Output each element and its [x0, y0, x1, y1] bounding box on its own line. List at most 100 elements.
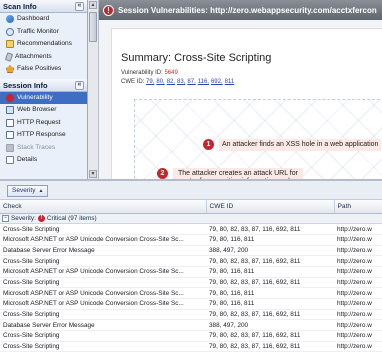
cell-path: http://zero.w — [334, 330, 382, 342]
sidebar-item-false-positives[interactable]: False Positives — [0, 63, 87, 76]
sidebar-item-web-browser[interactable]: Web Browser — [0, 104, 87, 117]
collapse-icon[interactable]: « — [75, 80, 84, 90]
sidebar: Scan Info « Dashboard Traffic Monitor Re… — [0, 0, 88, 179]
sidebar-item-label: Recommendations — [17, 40, 72, 47]
sidebar-item-label: HTTP Request — [17, 118, 61, 126]
cell-cwe-id: 388, 497, 200 — [206, 245, 334, 257]
traffic-monitor-icon — [6, 27, 14, 36]
group-row-critical[interactable]: − Severity:! Critical (97 items) — [0, 213, 382, 225]
cell-check: Cross-Site Scripting — [0, 277, 206, 289]
vulnerability-id: Vulnerability ID: 5649 — [121, 70, 178, 76]
sidebar-item-label: HTTP Response — [17, 131, 66, 138]
sidebar-item-label: Details — [17, 156, 38, 163]
cell-path: http://zero.w — [334, 234, 382, 246]
cell-cwe-id: 79, 80, 116, 811 — [206, 266, 334, 278]
attack-step-1: 1 An attacker finds an XSS hole in a web… — [203, 139, 382, 151]
cwe-link[interactable]: 692, — [211, 79, 223, 85]
vulnerability-icon — [6, 93, 14, 102]
cell-cwe-id: 79, 80, 116, 811 — [206, 234, 334, 246]
table-header-row: Check CWE ID Path — [0, 200, 382, 214]
group-by-label: Severity — [12, 187, 36, 194]
table-row[interactable]: Cross-Site Scripting 79, 80, 82, 83, 87, … — [0, 341, 382, 353]
table-row[interactable]: Microsoft ASP.NET or ASP Unicode Convers… — [0, 234, 382, 246]
cell-check: Cross-Site Scripting — [0, 223, 206, 235]
sidebar-item-details[interactable]: Details — [0, 154, 87, 167]
dashboard-icon — [6, 15, 14, 24]
attack-diagram: 1 An attacker finds an XSS hole in a web… — [134, 99, 382, 179]
sidebar-item-http-response[interactable]: HTTP Response — [0, 129, 87, 142]
collapse-icon[interactable]: « — [75, 2, 84, 11]
vulnerability-id-label: Vulnerability ID: — [121, 70, 163, 76]
sidebar-item-label: Web Browser — [17, 106, 57, 113]
attack-step-2: 2 The attacker creates an attack URL for… — [157, 168, 303, 179]
collapse-group-icon[interactable]: − — [2, 214, 9, 222]
sidebar-item-http-request[interactable]: HTTP Request — [0, 117, 87, 130]
cell-cwe-id: 79, 80, 82, 83, 87, 116, 692, 811 — [206, 255, 334, 267]
report-page: Summary: Cross-Site Scripting Vulnerabil… — [111, 28, 382, 179]
scan-info-header[interactable]: Scan Info « — [0, 0, 87, 13]
cwe-link[interactable]: 82, — [167, 79, 175, 85]
cell-path: http://zero.w — [334, 298, 382, 310]
scroll-up-icon[interactable]: ▲ — [89, 1, 97, 9]
cell-cwe-id: 79, 80, 82, 83, 87, 116, 692, 811 — [206, 330, 334, 342]
table-row[interactable]: Database Server Error Message 388, 497, 2… — [0, 245, 382, 257]
group-by-severity-chip[interactable]: Severity ▲ — [7, 185, 49, 197]
http-response-icon — [6, 131, 14, 140]
table-row[interactable]: Cross-Site Scripting 79, 80, 82, 83, 87, … — [0, 255, 382, 267]
cwe-link[interactable]: 83, — [177, 79, 185, 85]
table-row[interactable]: Cross-Site Scripting 79, 80, 82, 83, 87, … — [0, 277, 382, 289]
cell-check: Microsoft ASP.NET or ASP Unicode Convers… — [0, 266, 206, 278]
cwe-link[interactable]: 80, — [156, 79, 164, 85]
recommendations-icon — [6, 40, 14, 49]
table-row[interactable]: Microsoft ASP.NET or ASP Unicode Convers… — [0, 266, 382, 278]
sidebar-item-vulnerability[interactable]: Vulnerability — [0, 91, 87, 104]
cell-check: Microsoft ASP.NET or ASP Unicode Convers… — [0, 234, 206, 246]
viewer-title: Session Vulnerabilities: http://zero.web… — [118, 5, 377, 15]
sidebar-item-label: Traffic Monitor — [17, 27, 59, 35]
column-header-cwe-id[interactable]: CWE ID — [206, 200, 335, 214]
cwe-link[interactable]: 87, — [187, 79, 195, 85]
attachments-icon — [4, 51, 14, 62]
cell-cwe-id: 79, 80, 82, 83, 87, 116, 692, 811 — [206, 277, 334, 289]
summary-heading: Summary: Cross-Site Scripting — [121, 52, 272, 64]
table-row[interactable]: Microsoft ASP.NET or ASP Unicode Convers… — [0, 298, 382, 310]
cell-cwe-id: 79, 80, 116, 811 — [206, 287, 334, 299]
table-row[interactable]: Cross-Site Scripting 79, 80, 82, 83, 87, … — [0, 223, 382, 235]
scrollbar-thumb[interactable] — [89, 12, 97, 42]
table-row[interactable]: Microsoft ASP.NET or ASP Unicode Convers… — [0, 287, 382, 299]
false-positives-icon — [6, 65, 14, 74]
vulnerability-viewer: ! Session Vulnerabilities: http://zero.w… — [99, 0, 382, 179]
cwe-link[interactable]: 811 — [225, 79, 235, 85]
cell-check: Cross-Site Scripting — [0, 341, 206, 353]
sidebar-item-attachments[interactable]: Attachments — [0, 51, 87, 64]
sidebar-item-label: Dashboard — [17, 15, 50, 22]
cell-path: http://zero.w — [334, 255, 382, 267]
table-row[interactable]: Cross-Site Scripting 79, 80, 82, 83, 87, … — [0, 330, 382, 342]
cell-check: Microsoft ASP.NET or ASP Unicode Convers… — [0, 287, 206, 299]
findings-grid: Severity ▲ Check CWE ID Path − Severity:!… — [0, 181, 382, 364]
table-row[interactable]: Cross-Site Scripting 79, 80, 82, 83, 87, … — [0, 309, 382, 321]
sidebar-item-recommendations[interactable]: Recommendations — [0, 38, 87, 51]
cell-check: Cross-Site Scripting — [0, 255, 206, 267]
cell-path: http://zero.w — [334, 223, 382, 235]
cell-cwe-id: 79, 80, 82, 83, 87, 116, 692, 811 — [206, 223, 334, 235]
cwe-link[interactable]: 116, — [198, 79, 209, 85]
sort-ascending-icon: ▲ — [38, 188, 44, 194]
table-row[interactable]: Database Server Error Message 388, 497, 2… — [0, 319, 382, 332]
cell-path: http://zero.w — [334, 266, 382, 278]
sidebar-item-stack-traces[interactable]: Stack Traces — [0, 142, 87, 155]
cwe-link[interactable]: 79, — [146, 79, 154, 85]
cwe-id: CWE ID: 79, 80, 82, 83, 87, 116, 692, 811 — [121, 79, 236, 85]
cell-cwe-id: 79, 80, 82, 83, 87, 116, 692, 811 — [206, 341, 334, 353]
column-header-check[interactable]: Check — [0, 200, 207, 214]
scroll-down-icon[interactable]: ▼ — [89, 170, 97, 178]
sidebar-item-label: Vulnerability — [17, 93, 53, 101]
cell-path: http://zero.w — [334, 245, 382, 257]
sidebar-item-dashboard[interactable]: Dashboard — [0, 13, 87, 26]
session-info-header[interactable]: Session Info « — [0, 78, 87, 92]
sidebar-item-traffic-monitor[interactable]: Traffic Monitor — [0, 26, 87, 39]
cell-cwe-id: 79, 80, 116, 811 — [206, 298, 334, 310]
sidebar-scrollbar[interactable]: ▲ ▼ — [88, 0, 99, 179]
cell-check: Database Server Error Message — [0, 245, 206, 257]
column-header-path[interactable]: Path — [334, 200, 382, 214]
